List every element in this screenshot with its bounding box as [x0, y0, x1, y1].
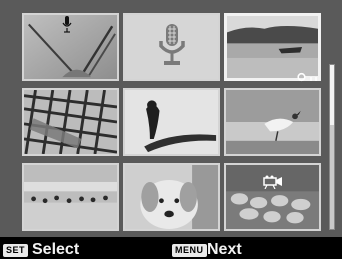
menu-key-badge: MENU — [172, 244, 207, 257]
thumbnail-dog-portrait[interactable] — [123, 163, 220, 231]
movie-icon — [263, 175, 283, 190]
thumbnail-birds-beach[interactable] — [22, 163, 119, 231]
bottom-help-bar: SET Select MENU Next — [0, 237, 342, 259]
select-label: Select — [32, 241, 80, 258]
thumbnail-bird-ground[interactable] — [224, 88, 321, 156]
scrollbar-thumb[interactable] — [330, 65, 334, 125]
thumbnail-bird-branch[interactable] — [123, 88, 220, 156]
microphone-large-icon — [159, 24, 185, 68]
scrollbar[interactable] — [329, 64, 335, 230]
playback-screen: SET Select MENU Next — [0, 0, 342, 259]
next-label: Next — [207, 241, 242, 258]
thumbnail-grid-mesh[interactable] — [22, 88, 119, 156]
set-key-badge: SET — [3, 244, 29, 257]
thumbnail-grid — [16, 8, 326, 232]
thumbnail-sheep-field[interactable] — [224, 163, 321, 231]
microphone-icon — [62, 16, 72, 34]
key-protect-icon — [297, 69, 319, 82]
